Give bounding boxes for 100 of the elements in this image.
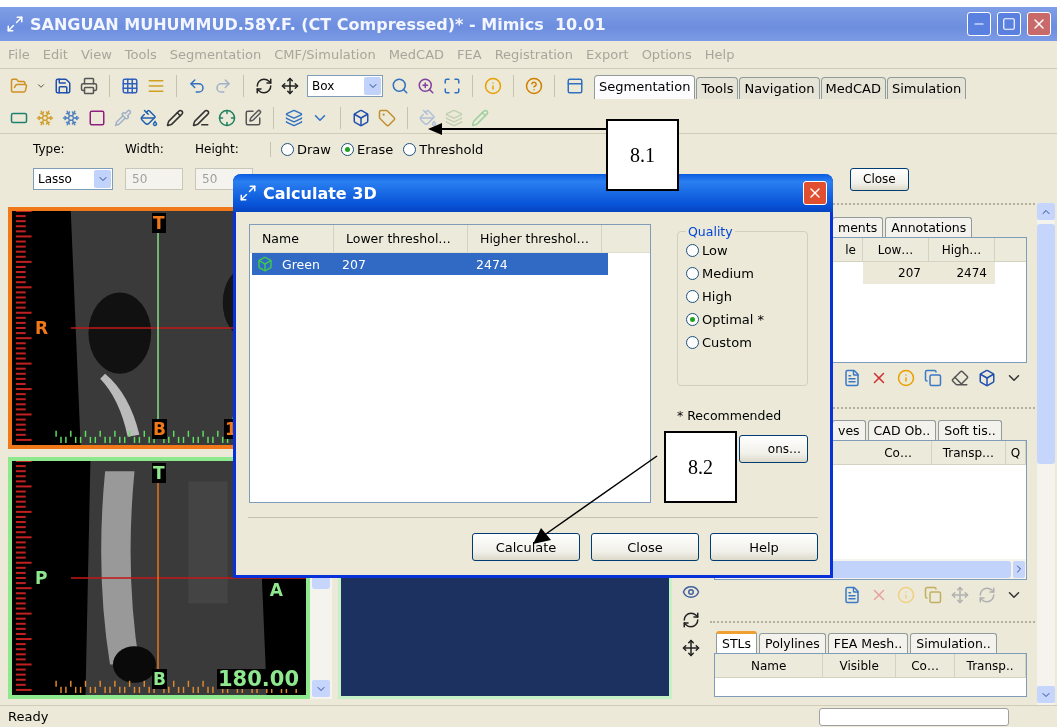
radio-label[interactable]: High [702, 289, 732, 304]
column-header[interactable]: Transp… [932, 441, 1006, 464]
column-header[interactable]: Name [250, 225, 334, 252]
maximize-icon[interactable] [1002, 17, 1016, 31]
layers-icon[interactable] [285, 109, 303, 127]
radio-button[interactable] [686, 290, 699, 303]
toolbar-tab[interactable]: Segmentation [594, 75, 696, 99]
column-header[interactable]: Visible [823, 654, 897, 677]
column-header[interactable]: Transp.. [955, 654, 1026, 677]
window-title: SANGUAN MUHUMMUD.58Y.F. (CT Compressed)* - Mimics 10.01 [30, 14, 607, 34]
toolbar-tab[interactable]: Simulation [887, 77, 967, 99]
field-label: Type: [33, 142, 66, 156]
grid-icon[interactable] [121, 77, 139, 95]
document-icon[interactable] [843, 586, 861, 604]
printer-icon[interactable] [80, 77, 98, 95]
radio-label[interactable]: Optimal * [702, 312, 765, 327]
column-header[interactable]: Higher threshol… [468, 225, 602, 252]
radio-label[interactable]: Erase [356, 141, 394, 157]
table-cell-text: 2474 [475, 256, 509, 272]
callout-label: 8.2 [664, 431, 737, 503]
column-header[interactable]: Low… [863, 238, 929, 261]
view-mode-dropdown[interactable]: Box [307, 75, 383, 97]
pencil-icon[interactable] [166, 109, 184, 127]
pen-icon[interactable] [192, 109, 210, 127]
toolbar-tab[interactable]: Navigation [739, 77, 820, 99]
panel-tab[interactable]: Simulation.. [910, 633, 997, 653]
pan-icon[interactable] [281, 77, 299, 95]
field-label: Width: [125, 142, 165, 156]
save-icon[interactable] [54, 77, 72, 95]
radio-button[interactable] [686, 244, 699, 257]
zoom-in-icon[interactable] [417, 77, 435, 95]
rotate-icon[interactable] [682, 611, 700, 629]
crosshair-icon[interactable] [218, 109, 236, 127]
paint-bucket-icon[interactable] [140, 109, 158, 127]
rotate-icon[interactable] [255, 77, 273, 95]
column-header[interactable]: le [839, 238, 863, 261]
cube-icon [257, 256, 273, 272]
column-header[interactable]: Q [1005, 441, 1026, 464]
orientation-label: B [152, 669, 167, 689]
panel-tab[interactable]: ments [832, 217, 884, 237]
radio-label[interactable]: Medium [702, 266, 754, 281]
radio-button[interactable] [686, 313, 699, 326]
orientation-label: 180.00 [216, 669, 300, 689]
folder-icon[interactable] [10, 77, 28, 95]
table-cell: 2474 [929, 262, 995, 284]
snowflake-icon[interactable] [62, 109, 80, 127]
cube-icon[interactable] [978, 369, 996, 387]
scrollbar-thumb[interactable] [1037, 224, 1055, 464]
group-title: Quality [687, 224, 734, 239]
status-text: Ready [8, 709, 50, 724]
help-icon[interactable] [525, 77, 543, 95]
radio-button[interactable] [686, 336, 699, 349]
radio-button[interactable] [403, 142, 417, 156]
radio-label[interactable]: Threshold [419, 141, 484, 157]
radio-label[interactable]: Low [702, 243, 728, 258]
dialog-button[interactable]: Close [591, 533, 699, 561]
table-cell-text: 207 [341, 256, 367, 272]
type-dropdown[interactable]: Lasso [33, 168, 113, 190]
tag-icon[interactable] [378, 109, 396, 127]
square-icon[interactable] [88, 109, 106, 127]
copy-icon[interactable] [924, 369, 942, 387]
toolbar-tab[interactable]: MedCAD [820, 77, 886, 99]
panel-tab[interactable]: Polylines [759, 633, 826, 653]
dropdown-value: Lasso [38, 172, 72, 186]
panel-tab[interactable]: CAD Ob.. [867, 420, 937, 440]
toolbar-tab[interactable]: Tools [696, 77, 739, 99]
column-header[interactable]: Lower threshol… [334, 225, 468, 252]
panel-tab[interactable]: ves [832, 420, 866, 440]
close-button[interactable]: Close [850, 167, 909, 191]
panel-tab[interactable]: FEA Mesh.. [827, 633, 909, 653]
pan-icon[interactable] [682, 639, 700, 657]
panel-tab[interactable]: Soft tis.. [938, 420, 1002, 440]
undo-icon[interactable] [188, 77, 206, 95]
zoom-icon[interactable] [391, 77, 409, 95]
radio-label[interactable]: Custom [702, 335, 752, 350]
edit-icon[interactable] [244, 109, 262, 127]
table-row[interactable]: Green 207 2474 [252, 253, 608, 275]
eye-icon[interactable] [682, 583, 700, 601]
window-icon[interactable] [566, 77, 584, 95]
document-icon[interactable] [843, 369, 861, 387]
dialog-button[interactable]: Calculate [472, 533, 580, 561]
panel-tab[interactable]: Annotations [885, 217, 973, 237]
orientation-label: T [152, 213, 166, 233]
radio-button[interactable] [281, 142, 294, 156]
column-header[interactable]: Co… [896, 654, 956, 677]
note-text: * Recommended [677, 408, 783, 423]
eraser-icon[interactable] [951, 369, 969, 387]
cube-icon[interactable] [352, 109, 370, 127]
column-header[interactable]: Name [715, 654, 824, 677]
options-button[interactable]: ons… [739, 435, 808, 463]
fit-icon[interactable] [443, 77, 461, 95]
maximize-button[interactable] [997, 12, 1021, 36]
radio-button[interactable] [340, 142, 354, 156]
radio-button[interactable] [686, 267, 699, 280]
radio-label[interactable]: Draw [297, 141, 331, 157]
panel-tab[interactable]: STLs [716, 631, 758, 653]
column-header[interactable]: High… [929, 238, 995, 261]
dialog-button[interactable]: Help [710, 533, 818, 561]
column-header[interactable]: Co… [865, 441, 933, 464]
minimize-button[interactable] [967, 12, 991, 36]
